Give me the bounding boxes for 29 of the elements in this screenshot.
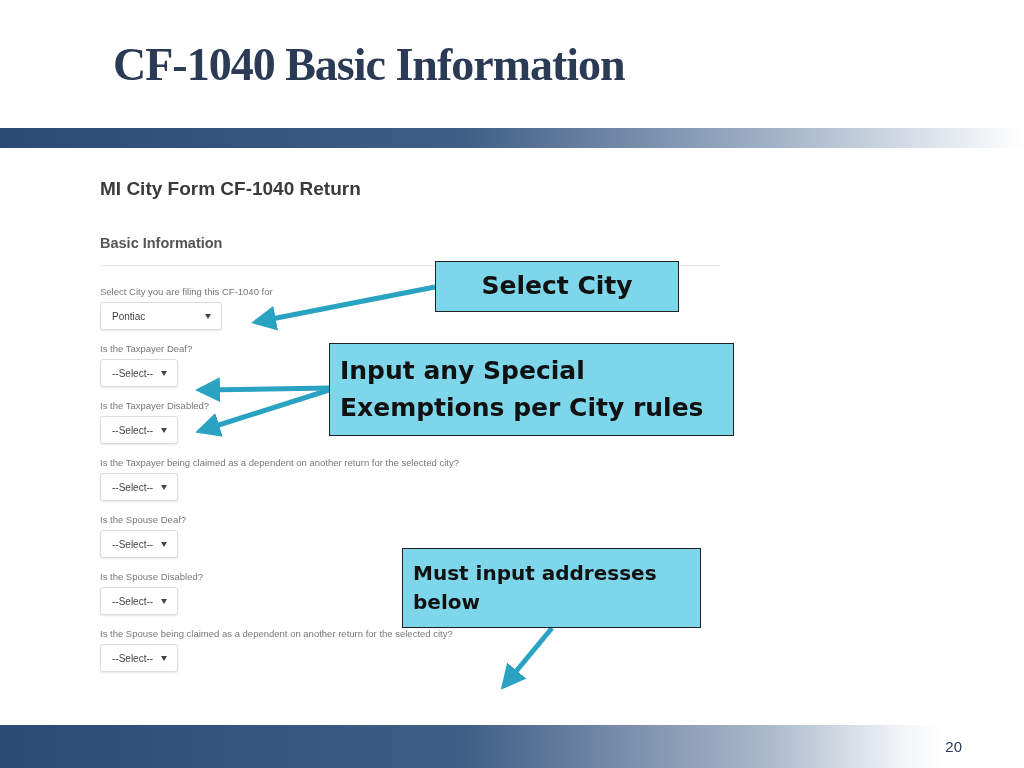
caret-icon — [161, 541, 167, 547]
page-number: 20 — [945, 738, 962, 755]
select-dropdown[interactable]: --Select-- — [100, 416, 178, 444]
select-dropdown[interactable]: Pontiac — [100, 302, 222, 330]
caret-icon — [161, 370, 167, 376]
field-label: Is the Spouse being claimed as a dependent on another return for the selected city? — [100, 628, 453, 639]
callout-box: Select City — [435, 261, 679, 312]
caret-icon — [161, 427, 167, 433]
caret-icon — [161, 484, 167, 490]
caret-icon — [205, 313, 211, 319]
slide-title: CF-1040 Basic Information — [112, 37, 626, 92]
arrow — [500, 626, 554, 690]
field-label: Is the Spouse Disabled? — [100, 571, 203, 582]
caret-icon — [161, 598, 167, 604]
field-label: Select City you are filing this CF-1040 for — [100, 286, 273, 297]
section-heading: Basic Information — [100, 235, 224, 251]
callout-box: Must input addresses below — [402, 548, 701, 628]
form-title: MI City Form CF-1040 Return — [100, 178, 362, 200]
select-dropdown[interactable]: --Select-- — [100, 530, 178, 558]
field-label: Is the Spouse Deaf? — [100, 514, 187, 525]
field-label: Is the Taxpayer Disabled? — [100, 400, 210, 411]
caret-icon — [161, 655, 167, 661]
select-dropdown[interactable]: --Select-- — [100, 473, 178, 501]
field-label: Is the Taxpayer being claimed as a dependent on another return for the selected city? — [100, 457, 459, 468]
select-dropdown[interactable]: --Select-- — [100, 644, 178, 672]
select-dropdown[interactable]: --Select-- — [100, 587, 178, 615]
field-label: Is the Taxpayer Deaf? — [100, 343, 193, 354]
callout-box: Input any Special Exemptions per City rules — [329, 343, 734, 436]
select-dropdown[interactable]: --Select-- — [100, 359, 178, 387]
